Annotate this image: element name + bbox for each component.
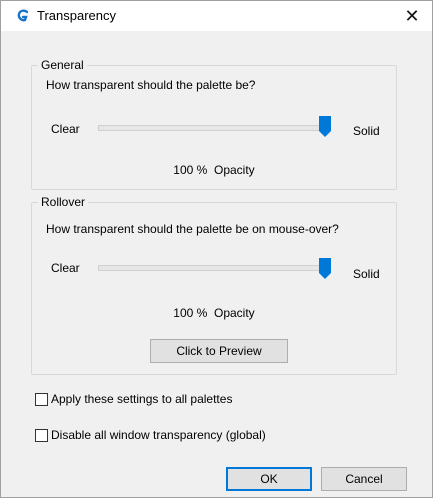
general-slider-thumb[interactable] — [319, 116, 331, 137]
general-clear-label: Clear — [51, 122, 80, 136]
transparency-dialog: Transparency ✕ General How transparent s… — [0, 0, 433, 498]
rollover-clear-label: Clear — [51, 261, 80, 275]
close-icon: ✕ — [404, 5, 420, 26]
general-opacity-word: Opacity — [214, 163, 255, 177]
general-question: How transparent should the palette be? — [46, 78, 256, 92]
general-group: General How transparent should the palet… — [31, 58, 397, 190]
rollover-opacity-readout: 100 % Opacity — [32, 306, 396, 320]
rollover-solid-label: Solid — [353, 267, 380, 281]
preview-button[interactable]: Click to Preview — [150, 339, 288, 363]
general-opacity-readout: 100 % Opacity — [32, 163, 396, 177]
title-bar: Transparency ✕ — [1, 1, 432, 31]
general-slider-track[interactable] — [98, 125, 326, 131]
close-button[interactable]: ✕ — [392, 1, 432, 31]
general-opacity-value: 100 % — [173, 163, 208, 177]
apply-all-label[interactable]: Apply these settings to all palettes — [51, 392, 232, 406]
rollover-opacity-value: 100 % — [173, 306, 208, 320]
ok-button[interactable]: OK — [226, 467, 312, 491]
disable-all-checkbox[interactable] — [35, 428, 48, 442]
cancel-button[interactable]: Cancel — [321, 467, 407, 491]
rollover-question: How transparent should the palette be on… — [46, 222, 339, 236]
window-title: Transparency — [37, 8, 116, 23]
rollover-slider-track[interactable] — [98, 265, 326, 271]
rollover-group: Rollover How transparent should the pale… — [31, 195, 397, 375]
rollover-opacity-word: Opacity — [214, 306, 255, 320]
general-group-label: General — [38, 58, 87, 72]
rollover-group-label: Rollover — [38, 195, 89, 209]
rollover-slider-thumb[interactable] — [319, 258, 331, 279]
apply-all-checkbox[interactable] — [35, 392, 48, 406]
general-solid-label: Solid — [353, 124, 380, 138]
disable-all-option[interactable]: Disable all window transparency (global) — [35, 428, 266, 442]
apply-all-option[interactable]: Apply these settings to all palettes — [35, 392, 232, 406]
disable-all-label[interactable]: Disable all window transparency (global) — [51, 428, 266, 442]
app-logo-icon — [17, 9, 29, 22]
